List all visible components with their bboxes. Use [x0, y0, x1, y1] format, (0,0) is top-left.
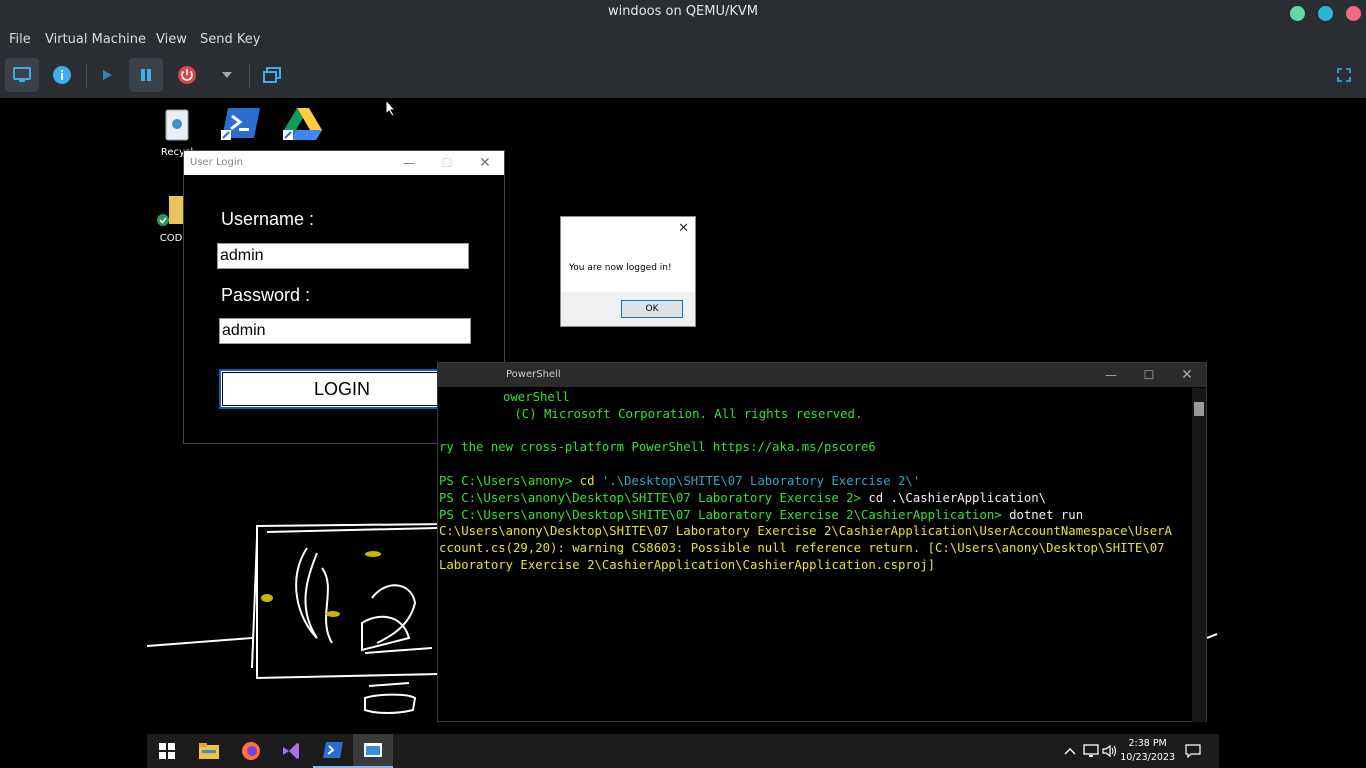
host-titlebar: windoos on QEMU/KVM — [0, 0, 1366, 26]
details-button[interactable] — [45, 58, 79, 92]
app-window-icon — [364, 743, 382, 757]
close-icon[interactable]: ✕ — [678, 221, 689, 236]
command-argument: '.\Desktop\SHITE\07 Laboratory Exercise … — [594, 473, 921, 488]
toolbar-separator — [86, 64, 87, 88]
menu-view[interactable]: View — [156, 32, 187, 47]
command: cd .\CashierApplication\ — [868, 490, 1047, 505]
maximize-icon[interactable]: ☐ — [428, 151, 466, 175]
chevron-down-icon — [222, 72, 232, 78]
google-drive-icon — [283, 108, 322, 140]
window-title: windoos on QEMU/KVM — [607, 4, 759, 19]
minimize-icon[interactable]: — — [1092, 363, 1130, 387]
minimize-icon[interactable]: — — [390, 151, 428, 175]
recycle-bin-icon — [165, 109, 189, 141]
monitor-icon — [13, 67, 31, 82]
console-line: PS C:\Users\anony\Desktop\SHITE\07 Labor… — [439, 490, 1191, 507]
login-button[interactable]: LOGIN — [219, 369, 465, 409]
play-icon — [103, 70, 112, 80]
snapshots-button[interactable] — [255, 58, 289, 92]
folder-icon — [199, 743, 219, 759]
taskbar-login-app[interactable] — [353, 734, 393, 768]
maximize-dot-icon[interactable] — [1318, 6, 1333, 21]
maximize-icon[interactable]: ☐ — [1130, 363, 1168, 387]
visual-studio-icon — [283, 743, 299, 759]
taskbar: 2:38 PM 10/23/2023 — [147, 734, 1219, 768]
console-scrollbar[interactable] — [1192, 388, 1206, 722]
firefox-icon — [242, 742, 260, 760]
prompt: PS C:\Users\anony> — [439, 473, 580, 488]
volume-icon[interactable] — [1102, 744, 1118, 758]
taskbar-firefox[interactable] — [231, 734, 271, 768]
scrollbar-thumb[interactable] — [1194, 402, 1204, 416]
console-line: ccount.cs(29,20): warning CS8603: Possib… — [439, 541, 1165, 556]
username-label: Username : — [221, 209, 315, 229]
ok-button[interactable]: OK — [621, 300, 683, 318]
shutdown-menu-button[interactable] — [210, 58, 244, 92]
network-icon[interactable] — [1083, 744, 1099, 758]
console-line: owerShell — [503, 390, 570, 404]
username-field[interactable]: admin — [217, 243, 469, 269]
pause-button[interactable] — [129, 58, 163, 92]
menu-send-key[interactable]: Send Key — [200, 32, 260, 47]
menu-file[interactable]: File — [9, 32, 31, 47]
info-icon — [53, 66, 71, 84]
close-dot-icon[interactable] — [1346, 6, 1361, 21]
taskbar-file-explorer[interactable] — [189, 734, 229, 768]
message-text: You are now logged in! — [569, 263, 672, 273]
notification-icon[interactable] — [1185, 744, 1201, 758]
desktop-icon-powershell[interactable] — [211, 106, 271, 145]
console-line: C:\Users\anony\Desktop\SHITE\07 Laborato… — [439, 524, 1172, 539]
console-line: Laboratory Exercise 2\CashierApplication… — [439, 557, 936, 572]
shutdown-button[interactable] — [170, 58, 204, 92]
password-field[interactable]: admin — [219, 318, 471, 344]
console-line: ry the new cross-platform PowerShell htt… — [439, 440, 876, 455]
pause-icon — [141, 69, 151, 81]
taskbar-powershell[interactable] — [313, 734, 353, 768]
toolbar-separator — [249, 64, 250, 88]
powershell-console[interactable]: owerShell (C) Microsoft Corporation. All… — [439, 389, 1191, 574]
console-line: PS C:\Users\anony> cd '.\Desktop\SHITE\0… — [439, 473, 1191, 490]
console-line: (C) Microsoft Corporation. All rights re… — [507, 406, 863, 421]
clock-time: 2:38 PM — [1128, 738, 1167, 749]
login-window-title: User Login — [190, 157, 243, 168]
clock-date: 10/23/2023 — [1120, 752, 1175, 763]
console-line: PS C:\Users\anony\Desktop\SHITE\07 Labor… — [439, 507, 1191, 524]
run-button[interactable] — [90, 58, 124, 92]
system-clock[interactable]: 2:38 PM 10/23/2023 — [1120, 737, 1175, 765]
mouse-cursor-icon — [385, 99, 397, 117]
powershell-shortcut-icon — [221, 108, 260, 140]
fullscreen-icon — [1337, 68, 1351, 82]
prompt: PS C:\Users\anony\Desktop\SHITE\07 Labor… — [439, 507, 1010, 522]
power-icon — [178, 66, 196, 84]
powershell-title: PowerShell — [506, 369, 561, 380]
powershell-window: PowerShell — ☐ ✕ owerShell (C) Microsoft… — [437, 362, 1207, 722]
message-box-content: ✕ You are now logged in! — [561, 217, 695, 292]
taskbar-visual-studio[interactable] — [271, 734, 311, 768]
command: cd — [579, 473, 595, 488]
prompt: PS C:\Users\anony\Desktop\SHITE\07 Labor… — [439, 490, 869, 505]
desktop-icon-google-drive[interactable] — [273, 106, 333, 145]
fullscreen-button[interactable] — [1327, 58, 1361, 92]
windows-stack-icon — [263, 67, 281, 83]
windows-logo-icon — [159, 743, 175, 759]
menu-bar: File Virtual Machine View Send Key — [0, 26, 1366, 54]
powershell-icon — [323, 742, 343, 758]
chevron-up-icon[interactable] — [1064, 747, 1076, 755]
menu-virtual-machine[interactable]: Virtual Machine — [45, 32, 146, 47]
close-icon[interactable]: ✕ — [1168, 363, 1206, 387]
console-button[interactable] — [5, 58, 39, 92]
password-label: Password : — [221, 285, 311, 305]
command: dotnet run — [1009, 507, 1084, 522]
powershell-titlebar: PowerShell — ☐ ✕ — [438, 363, 1206, 387]
toolbar — [0, 54, 1366, 98]
minimize-dot-icon[interactable] — [1290, 6, 1305, 21]
login-titlebar: User Login — ☐ ✕ — [184, 151, 504, 175]
message-box: ✕ You are now logged in! OK — [560, 216, 696, 327]
start-button[interactable] — [147, 734, 187, 768]
close-icon[interactable]: ✕ — [466, 151, 504, 175]
